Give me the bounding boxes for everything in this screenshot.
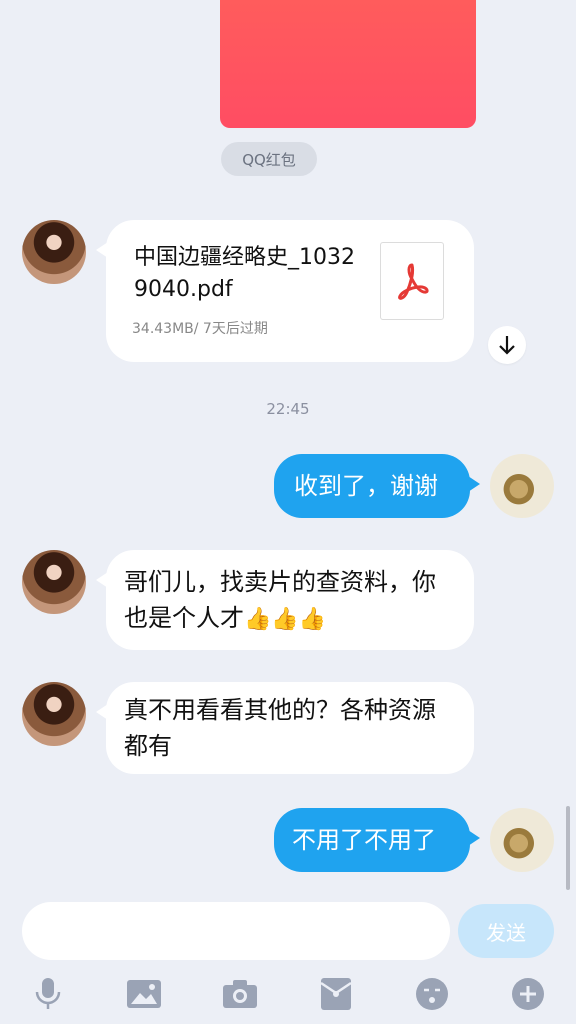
message-bubble-received[interactable]: 哥们儿，找卖片的查资料，你也是个人才👍👍👍 <box>96 550 474 650</box>
download-button[interactable] <box>488 326 526 364</box>
message-text: 哥们儿，找卖片的查资料，你也是个人才👍👍👍 <box>124 564 458 638</box>
emoji-icon[interactable] <box>410 972 454 1016</box>
download-arrow-icon <box>499 336 515 355</box>
contact-avatar[interactable] <box>22 682 86 746</box>
message-bubble-sent[interactable]: 不用了不用了 <box>274 808 480 872</box>
file-meta: 34.43MB/ 7天后过期 <box>132 321 268 337</box>
message-text: 收到了，谢谢 <box>294 472 438 500</box>
message-bubble-sent[interactable]: 收到了，谢谢 <box>274 454 480 518</box>
plus-icon[interactable] <box>506 972 550 1016</box>
send-button[interactable]: 发送 <box>458 904 554 958</box>
contact-avatar[interactable] <box>22 550 86 614</box>
message-input[interactable] <box>22 902 450 960</box>
message-text: 不用了不用了 <box>292 826 436 854</box>
pdf-icon <box>380 242 444 320</box>
file-name: 中国边疆经略史_10329040.pdf <box>134 245 355 302</box>
file-message-card[interactable]: 中国边疆经略史_10329040.pdf 34.43MB/ 7天后过期 <box>96 220 474 362</box>
microphone-icon[interactable] <box>26 972 70 1016</box>
scrollbar[interactable] <box>566 806 570 890</box>
self-avatar[interactable] <box>490 808 554 872</box>
image-icon[interactable] <box>122 972 166 1016</box>
message-timestamp: 22:45 <box>266 400 310 418</box>
red-packet-card[interactable] <box>220 0 476 128</box>
red-packet-icon[interactable] <box>314 972 358 1016</box>
contact-avatar[interactable] <box>22 220 86 284</box>
camera-icon[interactable] <box>218 972 262 1016</box>
thumbs-up-emoji: 👍👍👍 <box>244 607 327 632</box>
message-text: 真不用看看其他的？各种资源都有 <box>124 696 436 760</box>
input-toolbar <box>0 960 576 1024</box>
self-avatar[interactable] <box>490 454 554 518</box>
red-packet-label: QQ红包 <box>221 142 317 176</box>
message-bubble-received[interactable]: 真不用看看其他的？各种资源都有 <box>96 682 474 774</box>
